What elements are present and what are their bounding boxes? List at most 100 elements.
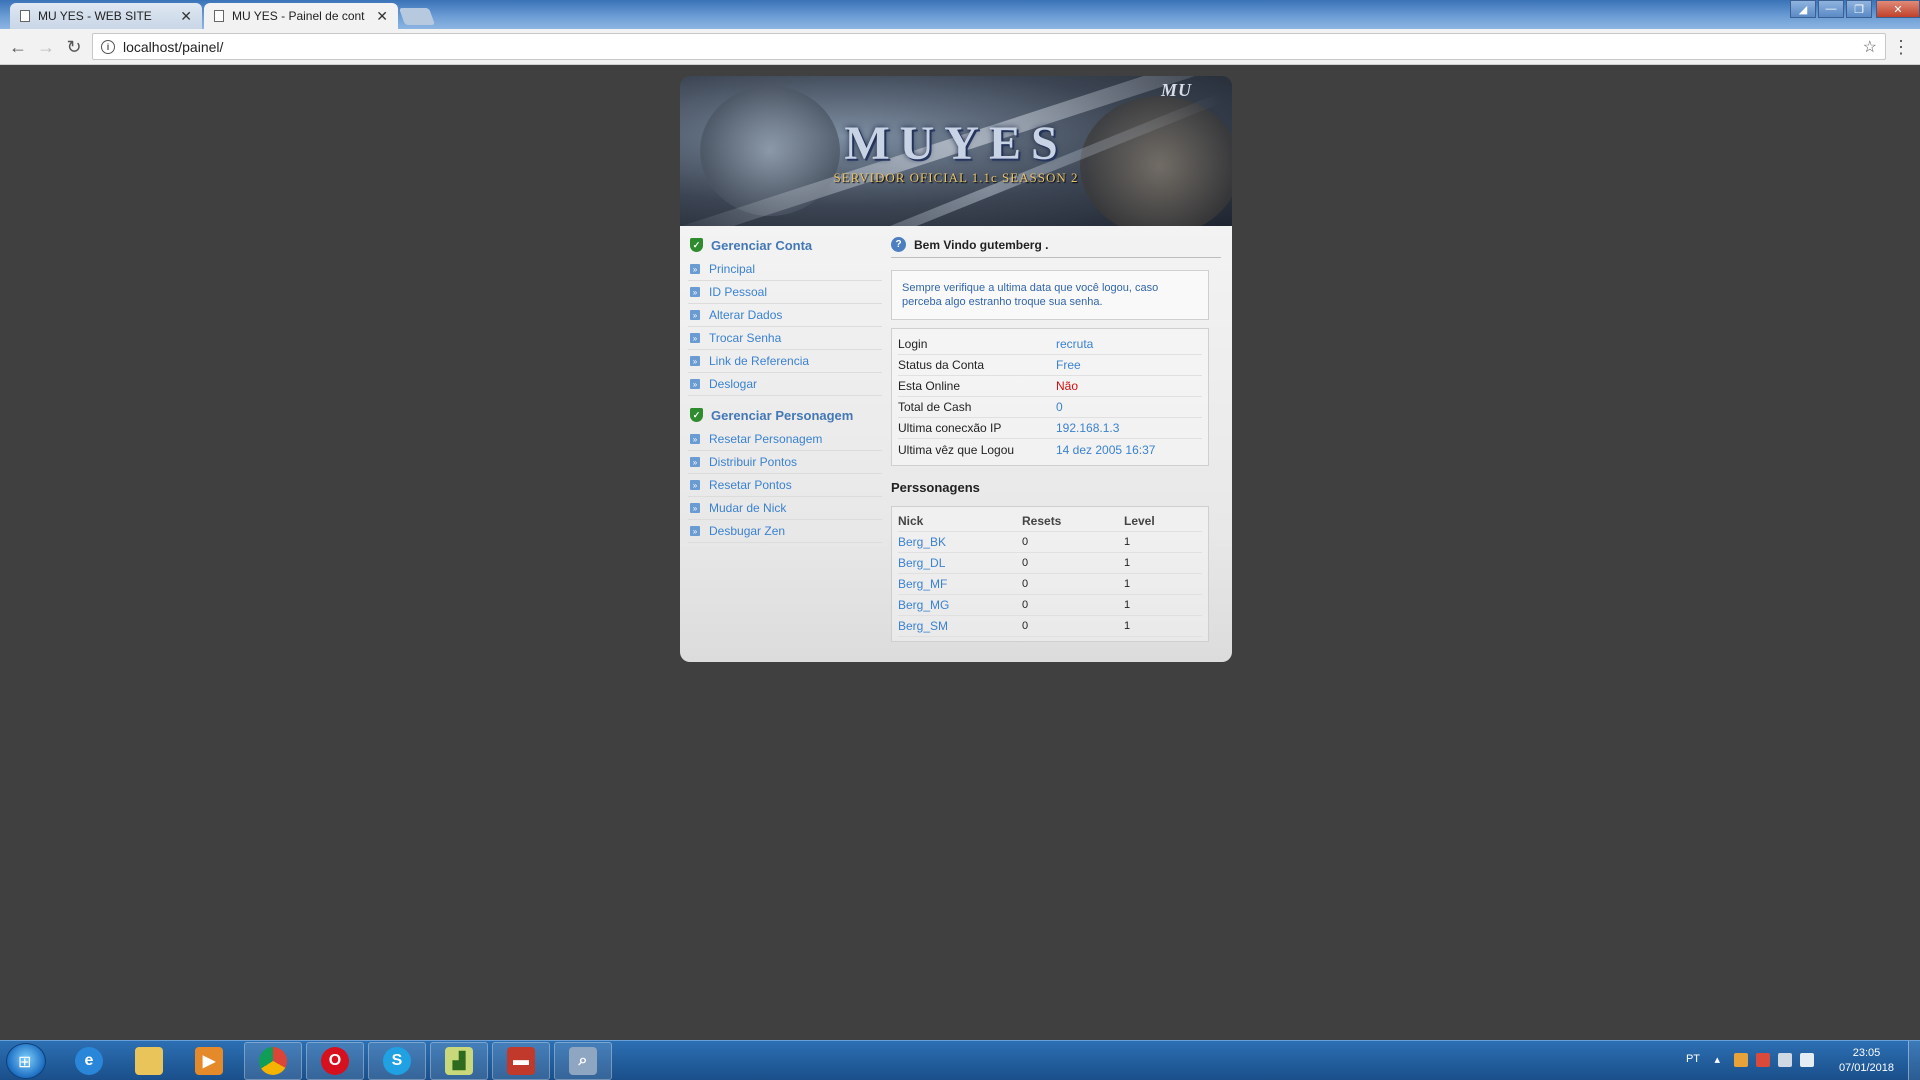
browser-tab-active[interactable]: MU YES - Painel de cont ✕ (204, 3, 398, 29)
character-resets: 0 (1022, 536, 1029, 548)
bookmark-star-icon[interactable]: ☆ (1863, 37, 1877, 57)
sidebar-item-label[interactable]: Deslogar (709, 377, 757, 391)
taskbar-media-player[interactable]: ▶ (180, 1042, 238, 1080)
column-header: Nick (898, 514, 924, 528)
address-bar[interactable]: i localhost/painel/ ☆ (92, 33, 1886, 60)
shield-icon: ✓ (690, 238, 703, 252)
network-icon[interactable] (1778, 1053, 1792, 1067)
taskbar-app-toolbox[interactable]: ▬ (492, 1042, 550, 1080)
sidebar-item-resetar-pontos[interactable]: » Resetar Pontos (688, 474, 882, 497)
chrome-icon (259, 1047, 287, 1075)
minimize-button[interactable]: — (1818, 0, 1844, 18)
sidebar-item-trocar-senha[interactable]: » Trocar Senha (688, 327, 882, 350)
sidebar-item-id-pessoal[interactable]: » ID Pessoal (688, 281, 882, 304)
toolbox-icon: ▬ (507, 1047, 535, 1075)
info-row: Total de Cash 0 (898, 397, 1202, 418)
characters-table: Nick Resets Level Berg_BK 0 1 Berg_DL 0 … (891, 506, 1209, 642)
site-panel: MU MUYES SERVIDOR OFICIAL 1.1c SEASSON 2… (680, 76, 1232, 662)
sidebar: ✓ Gerenciar Conta » Principal » ID Pesso… (688, 232, 882, 543)
sidebar-item-label[interactable]: Alterar Dados (709, 308, 782, 322)
sidebar-item-distribuir-pontos[interactable]: » Distribuir Pontos (688, 451, 882, 474)
page-icon (20, 10, 30, 22)
sidebar-item-label[interactable]: Desbugar Zen (709, 524, 785, 538)
opera-icon: O (321, 1047, 349, 1075)
taskbar-chrome[interactable] (244, 1042, 302, 1080)
show-desktop-button[interactable] (1908, 1041, 1920, 1080)
taskbar-app-chart[interactable]: ▟ (430, 1042, 488, 1080)
help-icon: ? (891, 237, 906, 252)
clock[interactable]: 23:05 07/01/2018 (1839, 1046, 1894, 1076)
sidebar-item-label[interactable]: Resetar Personagem (709, 432, 822, 446)
sidebar-item-mudar-nick[interactable]: » Mudar de Nick (688, 497, 882, 520)
character-nick-link[interactable]: Berg_BK (898, 535, 1022, 549)
character-nick-link[interactable]: Berg_MG (898, 598, 1022, 612)
taskbar-ie[interactable]: e (60, 1042, 118, 1080)
language-indicator[interactable]: PT (1686, 1053, 1700, 1065)
show-hidden-icons-icon[interactable]: ▴ (1714, 1053, 1720, 1066)
taskbar-skype[interactable]: S (368, 1042, 426, 1080)
sidebar-section-header: ✓ Gerenciar Personagem (688, 402, 882, 428)
character-resets: 0 (1022, 620, 1029, 632)
sidebar-item-resetar-personagem[interactable]: » Resetar Personagem (688, 428, 882, 451)
sidebar-section-header: ✓ Gerenciar Conta (688, 232, 882, 258)
arrow-icon: » (690, 503, 700, 513)
sidebar-item-label[interactable]: Distribuir Pontos (709, 455, 797, 469)
browser-menu-icon[interactable]: ⋮ (1892, 37, 1910, 58)
character-level: 1 (1124, 620, 1131, 632)
character-resets: 0 (1022, 578, 1029, 590)
back-icon[interactable]: ← (6, 35, 30, 59)
new-tab-button[interactable] (398, 8, 436, 25)
action-center-icon[interactable] (1756, 1053, 1770, 1067)
volume-icon[interactable] (1800, 1053, 1814, 1067)
tray-app-icon[interactable] (1734, 1053, 1748, 1067)
sidebar-item-link-referencia[interactable]: » Link de Referencia (688, 350, 882, 373)
reload-icon[interactable]: ↻ (62, 35, 86, 59)
sidebar-item-label[interactable]: Principal (709, 262, 755, 276)
maximize-button[interactable]: ❐ (1846, 0, 1872, 18)
taskbar-app-search[interactable]: ⌕ (554, 1042, 612, 1080)
info-label: Total de Cash (898, 400, 972, 414)
character-nick-link[interactable]: Berg_MF (898, 577, 1022, 591)
close-tab-icon[interactable]: ✕ (376, 8, 388, 25)
sidebar-item-label[interactable]: Trocar Senha (709, 331, 781, 345)
sidebar-item-label[interactable]: ID Pessoal (709, 285, 767, 299)
arrow-icon: » (690, 333, 700, 343)
info-icon[interactable]: i (101, 39, 115, 54)
browser-toolbar: ← → ↻ i localhost/painel/ ☆ ⋮ (0, 29, 1920, 65)
arrow-icon: » (690, 264, 700, 274)
taskbar-opera[interactable]: O (306, 1042, 364, 1080)
user-icon[interactable]: ◢ (1790, 0, 1816, 18)
page-icon (214, 10, 224, 22)
info-label: Login (898, 337, 928, 351)
info-label: Status da Conta (898, 358, 985, 372)
character-level: 1 (1124, 557, 1131, 569)
sidebar-item-label[interactable]: Mudar de Nick (709, 501, 786, 515)
arrow-icon: » (690, 457, 700, 467)
sidebar-item-label[interactable]: Link de Referencia (709, 354, 809, 368)
start-button[interactable]: ⊞ (6, 1043, 46, 1079)
site-title: MUYES (844, 117, 1068, 170)
info-row: Ultima conecxão IP 192.168.1.3 (898, 418, 1202, 439)
sidebar-item-label[interactable]: Resetar Pontos (709, 478, 792, 492)
sidebar-item-desbugar-zen[interactable]: » Desbugar Zen (688, 520, 882, 543)
character-nick-link[interactable]: Berg_SM (898, 619, 1022, 633)
arrow-icon: » (690, 480, 700, 490)
browser-tab[interactable]: MU YES - WEB SITE ✕ (10, 3, 202, 29)
character-resets: 0 (1022, 557, 1029, 569)
close-window-button[interactable]: ✕ (1876, 0, 1920, 18)
section-title: Gerenciar Conta (711, 237, 813, 253)
magnifier-icon: ⌕ (569, 1047, 597, 1075)
arrow-icon: » (690, 310, 700, 320)
character-nick-link[interactable]: Berg_DL (898, 556, 1022, 570)
sidebar-item-alterar-dados[interactable]: » Alterar Dados (688, 304, 882, 327)
close-tab-icon[interactable]: ✕ (180, 8, 192, 25)
sidebar-item-deslogar[interactable]: » Deslogar (688, 373, 882, 396)
taskbar-explorer[interactable] (120, 1042, 178, 1080)
character-resets: 0 (1022, 599, 1029, 611)
forward-icon[interactable]: → (34, 35, 58, 59)
online-status-value: Não (1056, 379, 1079, 393)
chart-app-icon: ▟ (445, 1047, 473, 1075)
table-header: Nick Resets Level (898, 511, 1202, 532)
clock-time: 23:05 (1852, 1047, 1881, 1059)
sidebar-item-principal[interactable]: » Principal (688, 258, 882, 281)
